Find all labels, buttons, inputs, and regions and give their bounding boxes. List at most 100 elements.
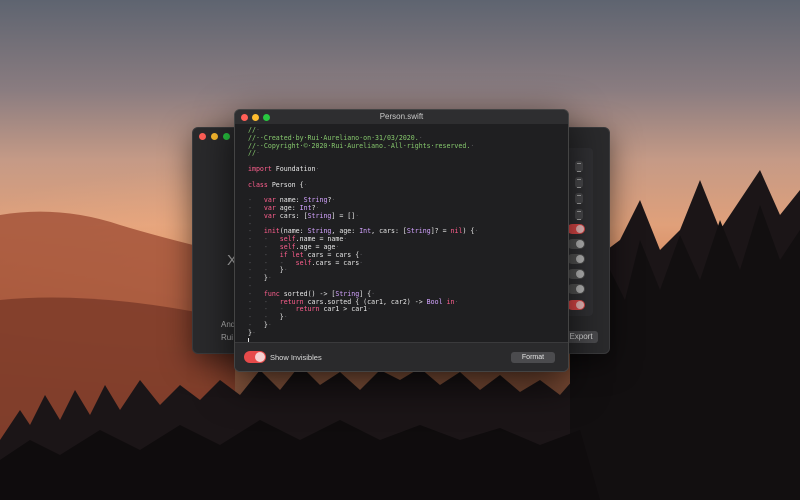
code-token: - - - (248, 258, 296, 267)
code-token: Foundation (271, 164, 316, 173)
code-token: ) { (462, 227, 475, 236)
code-token: Int (359, 227, 372, 236)
editor-window[interactable]: Person.swift //·//··Created·by·Rui·Aurel… (234, 109, 569, 372)
title-bar[interactable]: Person.swift (235, 110, 568, 124)
code-token: - - (248, 242, 280, 251)
code-token: , age: (331, 227, 360, 236)
code-token: return (295, 305, 320, 314)
code-token: · (335, 242, 340, 251)
code-line: - var cars: [String] = []· (248, 211, 478, 221)
code-token: // (248, 149, 256, 158)
code-token: // (248, 126, 256, 134)
code-token: - (248, 281, 252, 290)
code-token: · (315, 203, 320, 212)
toggle-knob (255, 352, 265, 362)
code-token: .cars = cars (311, 258, 360, 267)
stepper-control[interactable] (575, 209, 583, 220)
code-token: - (248, 289, 264, 298)
code-token: · (331, 196, 336, 205)
code-token: · (418, 133, 423, 142)
code-token: var (263, 196, 276, 205)
code-token: name: (275, 196, 304, 205)
code-token: · (367, 305, 372, 314)
code-token: String (303, 196, 328, 205)
code-token: · (343, 235, 348, 244)
code-token: Int (299, 203, 312, 212)
code-token: return (279, 297, 304, 306)
stepper-control[interactable] (575, 161, 583, 172)
code-line: //··Copyright·©·2020·Rui·Aureliano.·All·… (248, 141, 478, 151)
code-token: sorted() -> [ (279, 289, 336, 298)
code-token: //··Copyright·©·2020·Rui·Aureliano.·All·… (248, 141, 471, 150)
code-token: Bool (426, 297, 443, 306)
code-token: (name: (279, 227, 308, 236)
code-token: - (248, 274, 264, 283)
code-token: car1 > car1 (319, 305, 368, 314)
code-line: class Person {· (248, 180, 478, 190)
code-token: - - (248, 250, 280, 259)
code-token: · (283, 313, 288, 322)
code-token: , cars: [ (371, 227, 407, 236)
code-token: self (279, 235, 296, 244)
code-token: String (307, 227, 332, 236)
back-window-text-2: Rui (221, 333, 234, 342)
code-token: · (470, 141, 475, 150)
code-line: import Foundation· (248, 164, 478, 174)
code-line: - - }· (248, 266, 478, 275)
stepper-control[interactable] (575, 193, 583, 204)
code-token: · (474, 227, 479, 236)
code-token: - (248, 320, 264, 329)
code-token: class (248, 180, 268, 189)
code-token: · (454, 297, 459, 306)
code-token: var (263, 211, 276, 220)
stepper-control[interactable] (575, 177, 583, 188)
code-line: - }· (248, 274, 478, 283)
code-editor[interactable]: //·//··Created·by·Rui·Aureliano·on·31/03… (235, 124, 568, 345)
code-token: · (283, 266, 288, 275)
code-token: init (263, 227, 280, 236)
code-token: cars = cars { (303, 250, 360, 259)
setting-toggle[interactable] (567, 239, 585, 249)
code-token: - (248, 203, 264, 212)
code-line: - - }· (248, 313, 478, 322)
setting-toggle[interactable] (567, 224, 585, 234)
export-button[interactable]: Export (564, 331, 598, 343)
code-token: age: (275, 203, 300, 212)
code-token: · (251, 328, 256, 337)
code-token: · (359, 250, 364, 259)
zoom-icon[interactable] (223, 133, 230, 140)
setting-toggle[interactable] (567, 284, 585, 294)
setting-toggle[interactable] (567, 269, 585, 279)
code-token: in (442, 297, 455, 306)
code-token: ] { (359, 289, 372, 298)
code-token: ]? = (430, 227, 451, 236)
code-token: cars.sorted { (car1, car2) -> (303, 297, 427, 306)
format-button[interactable]: Format (511, 352, 555, 363)
code-token: import (248, 164, 272, 173)
code-token: String (406, 227, 431, 236)
code-token: - - (248, 235, 280, 244)
setting-toggle[interactable] (567, 300, 585, 310)
code-line: }· (248, 328, 478, 338)
code-token: · (255, 126, 260, 134)
code-token: - - - (248, 305, 296, 314)
code-token: · (303, 180, 308, 189)
code-line: //· (248, 149, 478, 158)
code-token: self (279, 242, 296, 251)
code-token: ] = [] (331, 211, 356, 220)
show-invisibles-toggle[interactable] (244, 351, 266, 363)
code-token: if let (279, 250, 304, 259)
code-text[interactable]: //·//··Created·by·Rui·Aureliano·on·31/03… (248, 126, 479, 346)
code-token: · (267, 274, 272, 283)
code-token: - (248, 211, 264, 220)
code-token: - - (248, 313, 280, 322)
setting-toggle[interactable] (567, 254, 585, 264)
code-token: · (355, 211, 360, 220)
code-token: Person { (267, 180, 304, 189)
show-invisibles-label: Show Invisibles (270, 353, 322, 362)
code-token: String (335, 289, 360, 298)
close-icon[interactable] (199, 133, 206, 140)
code-token: self (295, 258, 312, 267)
code-token: - - (248, 297, 280, 306)
minimize-icon[interactable] (211, 133, 218, 140)
